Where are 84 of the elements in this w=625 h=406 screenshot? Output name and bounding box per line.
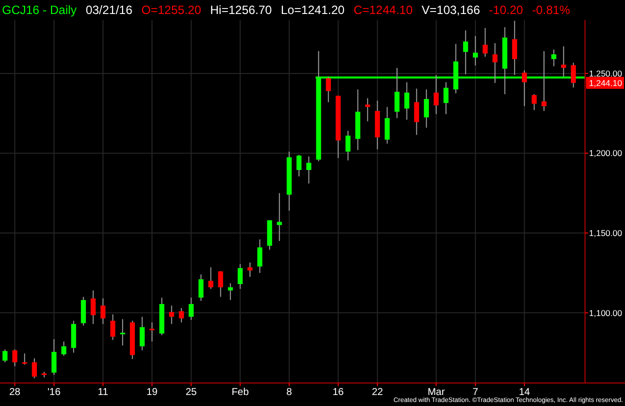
candlestick (346, 130, 350, 161)
candlestick (188, 297, 194, 320)
candlestick (150, 322, 154, 342)
candlestick (394, 67, 400, 119)
candlestick (492, 42, 498, 84)
quote-field: Lo=1241.20 (280, 3, 345, 17)
quote-field: V=103,166 (422, 3, 480, 17)
date-axis-label: Mar (428, 387, 445, 396)
date-axis-label: '16 (47, 387, 61, 396)
candlestick (296, 154, 302, 177)
quote-field: Hi=1256.70 (210, 3, 272, 17)
candlestick (12, 349, 18, 367)
candlestick (570, 62, 576, 88)
candlestick (61, 341, 66, 356)
price-tag: 1,244.10 (586, 76, 624, 89)
candlestick (90, 290, 96, 324)
candlestick (257, 238, 262, 274)
candlestick (228, 282, 233, 301)
date-axis-label: 25 (186, 387, 197, 396)
candlestick (32, 358, 37, 379)
candlestick (365, 98, 370, 122)
date-axis-label: Feb (232, 387, 249, 396)
candlestick (218, 270, 224, 298)
candlestick (120, 318, 126, 346)
candlestick (169, 305, 174, 324)
date-axis-label: 22 (372, 387, 383, 396)
candlestick (208, 266, 214, 290)
candlestick (80, 296, 86, 326)
candlestick (532, 94, 537, 111)
candlestick (306, 156, 312, 184)
date-axis-label: 16 (332, 387, 344, 396)
candlestick (71, 320, 76, 354)
candlestick (276, 192, 282, 242)
quote-field: 03/21/16 (86, 3, 132, 17)
price-axis-label: 1,200.00 (589, 148, 622, 158)
candlestick (512, 20, 518, 76)
candlestick (522, 70, 527, 107)
price-axis-label: 1,100.00 (589, 308, 622, 318)
candlestick (336, 95, 341, 159)
quote-field: C=1244.10 (354, 3, 413, 17)
candlestick (551, 49, 556, 67)
date-axis-label: 14 (518, 387, 530, 396)
candlestick (198, 274, 204, 302)
candlestick (238, 264, 243, 290)
candlestick (2, 349, 8, 363)
quote-field: GCJ16 - Daily (2, 3, 77, 17)
date-axis-label: 19 (146, 387, 158, 396)
candlestick (384, 106, 390, 144)
candlestick (159, 297, 164, 336)
candlestick (472, 35, 478, 66)
candlestick (326, 76, 331, 103)
candlestick (424, 88, 429, 128)
candlestick (100, 298, 106, 324)
candlestick (355, 88, 360, 151)
price-axis-label: 1,250.00 (589, 68, 622, 78)
candlestick (404, 82, 410, 120)
candlestick (52, 338, 56, 376)
candlestick (130, 320, 135, 360)
candlestick (22, 352, 28, 366)
candlestick (482, 27, 488, 58)
candlestick (140, 316, 145, 351)
candlestick (463, 30, 468, 75)
candlestick (374, 100, 380, 150)
date-axis-label: 11 (98, 387, 108, 396)
candlestick (434, 74, 439, 115)
candlestick (453, 43, 458, 94)
quote-field: O=1255.20 (141, 3, 202, 17)
date-axis-label: 7 (472, 387, 478, 396)
candlestick (248, 262, 252, 278)
quote-field: -10.20 (489, 3, 524, 17)
candlestick (414, 88, 420, 136)
candlestick (561, 46, 566, 78)
candlestick (42, 371, 47, 378)
quote-field: -0.81% (532, 3, 570, 17)
candlestick (502, 26, 508, 95)
candlestick (444, 82, 448, 115)
candlestick (286, 151, 292, 212)
candlestick (178, 308, 184, 323)
candlestick (542, 50, 546, 112)
candlestick (267, 220, 272, 250)
price-axis-label: 1,150.00 (589, 228, 622, 238)
candlestick (110, 314, 116, 340)
date-axis-label: 28 (9, 387, 20, 396)
date-axis-label: 8 (286, 387, 292, 396)
